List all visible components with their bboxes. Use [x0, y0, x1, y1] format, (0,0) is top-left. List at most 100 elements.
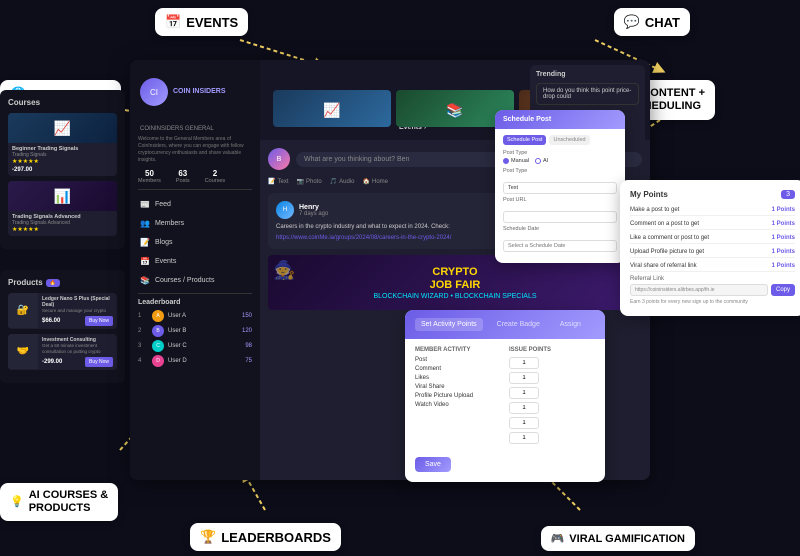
post-url-input[interactable] [503, 211, 617, 223]
gamification-label-text: VIRAL GAMIFICATION [569, 533, 685, 545]
community-section-title: CoinInsiders General [130, 122, 260, 136]
points-header: My Points 3 [630, 190, 795, 199]
gamification-save-button[interactable]: Save [415, 457, 451, 472]
job-fair-title: CRYPTOJOB FAIR [373, 266, 536, 292]
product-card-2[interactable]: 🤝 Investment Consulting Get a 60 minute … [8, 334, 117, 370]
points-input-video[interactable] [509, 432, 539, 444]
schedule-tab-schedule[interactable]: Schedule Post [503, 135, 546, 145]
schedule-tab-unscheduled[interactable]: Unscheduled [549, 135, 589, 145]
blogs-icon: 📝 [140, 238, 150, 247]
feed-action-home[interactable]: 🏠 Home [363, 178, 389, 185]
lb-pts-4: 75 [245, 358, 252, 364]
home-icon: 🏠 [363, 178, 370, 185]
lb-row-3: 3 C User C 98 [138, 340, 252, 352]
lb-rank-3: 3 [138, 343, 148, 349]
product-price-1: $66.00 [42, 318, 60, 324]
chat-trending-header: Trending [536, 71, 639, 78]
points-badge: 3 [781, 190, 795, 199]
product-img-consulting: 🤝 [8, 334, 38, 369]
chat-label-text: CHAT [645, 15, 680, 30]
gam-row-viral: Viral Share [415, 384, 501, 390]
buy-button-2[interactable]: Buy Now [85, 357, 113, 367]
points-input-viral[interactable] [509, 402, 539, 414]
points-input-comment[interactable] [509, 372, 539, 384]
gam-tab-assign[interactable]: Assign [554, 318, 587, 331]
points-row-3: Like a comment or post to get 1 Points [630, 233, 795, 244]
post-type-radio-group: Manual AI [503, 158, 617, 164]
stat-courses: 2 Courses [205, 169, 225, 184]
chat-question-text: How do you think this point price-drop c… [543, 88, 632, 100]
points-label-5: Viral share of referral link [630, 263, 697, 269]
radio-manual[interactable]: Manual [503, 158, 529, 164]
points-label-4: Upload Profile picture to get [630, 249, 704, 255]
points-input-likes[interactable] [509, 387, 539, 399]
lb-name-1: User A [168, 313, 238, 319]
feed-type-input[interactable] [503, 182, 617, 194]
sidebar-item-blogs[interactable]: 📝 Blogs [130, 233, 260, 252]
feed-placeholder: What are you thinking about? Ben [304, 156, 409, 163]
wizard-icon: 🧙 [273, 260, 295, 281]
points-input-profile[interactable] [509, 417, 539, 429]
job-fair-content: CRYPTOJOB FAIR BLOCKCHAIN WIZARD • BLOCK… [373, 266, 536, 299]
lb-name-4: User D [168, 358, 241, 364]
my-points-panel: My Points 3 Make a post to get 1 Points … [620, 180, 800, 316]
feed-action-audio[interactable]: 🎵 Audio [330, 178, 355, 185]
event-card-1[interactable]: 📈 Crypto Signals #meetup [273, 90, 391, 127]
stat-posts-label: Posts [176, 178, 190, 184]
lb-rank-1: 1 [138, 313, 148, 319]
lb-row-2: 2 B User B 120 [138, 325, 252, 337]
sidebar-divider-2 [138, 293, 252, 294]
gam-tab-badge[interactable]: Create Badge [491, 318, 546, 331]
ai-courses-label: 💡 AI COURSES &PRODUCTS [0, 483, 118, 521]
copy-referral-button[interactable]: Copy [771, 284, 795, 296]
feed-user-avatar: B [268, 148, 290, 170]
schedule-date-input[interactable] [503, 240, 617, 252]
feed-action-text[interactable]: 📝 Text [268, 178, 289, 185]
sidebar-label-courses: Courses / Products [155, 277, 215, 284]
lb-row-1: 1 A User A 150 [138, 310, 252, 322]
feed-icon: 📰 [140, 200, 150, 209]
points-input-post[interactable] [509, 357, 539, 369]
product-price-2: -299.00 [42, 359, 62, 365]
sidebar-item-courses[interactable]: 📚 Courses / Products [130, 271, 260, 290]
gam-label-post: Post [415, 357, 427, 363]
sidebar-item-members[interactable]: 👥 Members [130, 214, 260, 233]
course-price-1: -297.00 [12, 167, 113, 173]
leaderboards-label-text: LEADERBOARDS [221, 530, 331, 545]
lb-avatar-2: B [152, 325, 164, 337]
sidebar-label-members: Members [155, 220, 184, 227]
gamification-label: 🎮 VIRAL GAMIFICATION [541, 526, 695, 551]
post-author-avatar: H [276, 201, 294, 219]
gam-tab-points[interactable]: Set Activity Points [415, 318, 483, 331]
stat-members-num: 50 [138, 169, 161, 178]
product-card-1[interactable]: 🔐 Ledger Nano S Plus (Special Deal) Secu… [8, 293, 117, 329]
feed-action-photo[interactable]: 📷 Photo [297, 178, 322, 185]
sidebar-item-events[interactable]: 📅 Events [130, 252, 260, 271]
sidebar-item-feed[interactable]: 📰 Feed [130, 195, 260, 214]
course-card-2[interactable]: 📊 Trading Signals Advanced Trading Signa… [8, 181, 117, 236]
schedule-header: Schedule Post [495, 110, 625, 129]
points-row-4: Upload Profile picture to get 1 Points [630, 247, 795, 258]
course-card-1[interactable]: 📈 Beginner Trading Signals Trading Signa… [8, 113, 117, 176]
gamification-header: Set Activity Points Create Badge Assign [405, 310, 605, 339]
events-label-text: EVENTS [186, 15, 238, 30]
schedule-date-label: Schedule Date [503, 226, 617, 232]
gamepad-icon: 🎮 [551, 532, 565, 545]
course-stars-2: ★★★★★ [12, 226, 113, 233]
radio-dot-manual [503, 158, 509, 164]
gam-label-profile: Profile Picture Upload [415, 393, 473, 399]
radio-ai[interactable]: AI [535, 158, 548, 164]
gam-label-likes: Likes [415, 375, 429, 381]
course-img-trading: 📈 [8, 113, 117, 143]
leaderboards-label: 🏆 LEADERBOARDS [190, 523, 341, 551]
points-val-2: 1 Points [772, 221, 795, 227]
products-title: Products 🔥 [8, 278, 117, 287]
schedule-panel-title: Schedule Post [503, 116, 617, 123]
referral-url-display: https://coininsiders.alitrbes.app/th.ie [630, 284, 768, 296]
platform-sidebar: CI COIN INSIDERS CoinInsiders General We… [130, 60, 260, 480]
lb-avatar-4: D [152, 355, 164, 367]
sidebar-divider [138, 189, 252, 190]
buy-button-1[interactable]: Buy Now [85, 316, 113, 326]
issue-points-section: ISSUE POINTS [509, 347, 595, 447]
lb-pts-3: 98 [245, 343, 252, 349]
